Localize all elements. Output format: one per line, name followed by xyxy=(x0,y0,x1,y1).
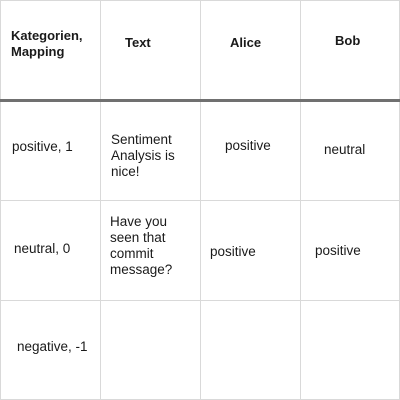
header-divider xyxy=(0,99,400,102)
row-2-text: Have you seen that commit message? xyxy=(110,214,173,277)
grid-line xyxy=(0,0,400,1)
row-2-alice-label: positive xyxy=(210,244,256,259)
row-2-category: neutral, 0 xyxy=(14,241,71,256)
header-category-mapping: Kategorien, Mapping xyxy=(11,28,83,59)
row-1-alice-label: positive xyxy=(225,138,271,153)
row-3-category: negative, -1 xyxy=(17,339,88,354)
header-alice: Alice xyxy=(230,35,262,50)
row-2-bob-label: positive xyxy=(315,243,361,258)
header-text: Text xyxy=(125,35,151,50)
row-1-bob-label: neutral xyxy=(324,142,366,157)
annotation-table: Kategorien, Mapping Text Alice Bob posit… xyxy=(0,0,400,400)
grid-line xyxy=(0,200,400,201)
grid-line xyxy=(0,300,400,301)
row-1-category: positive, 1 xyxy=(12,139,73,154)
header-bob: Bob xyxy=(335,33,361,48)
row-1-text: Sentiment Analysis is nice! xyxy=(111,132,175,179)
